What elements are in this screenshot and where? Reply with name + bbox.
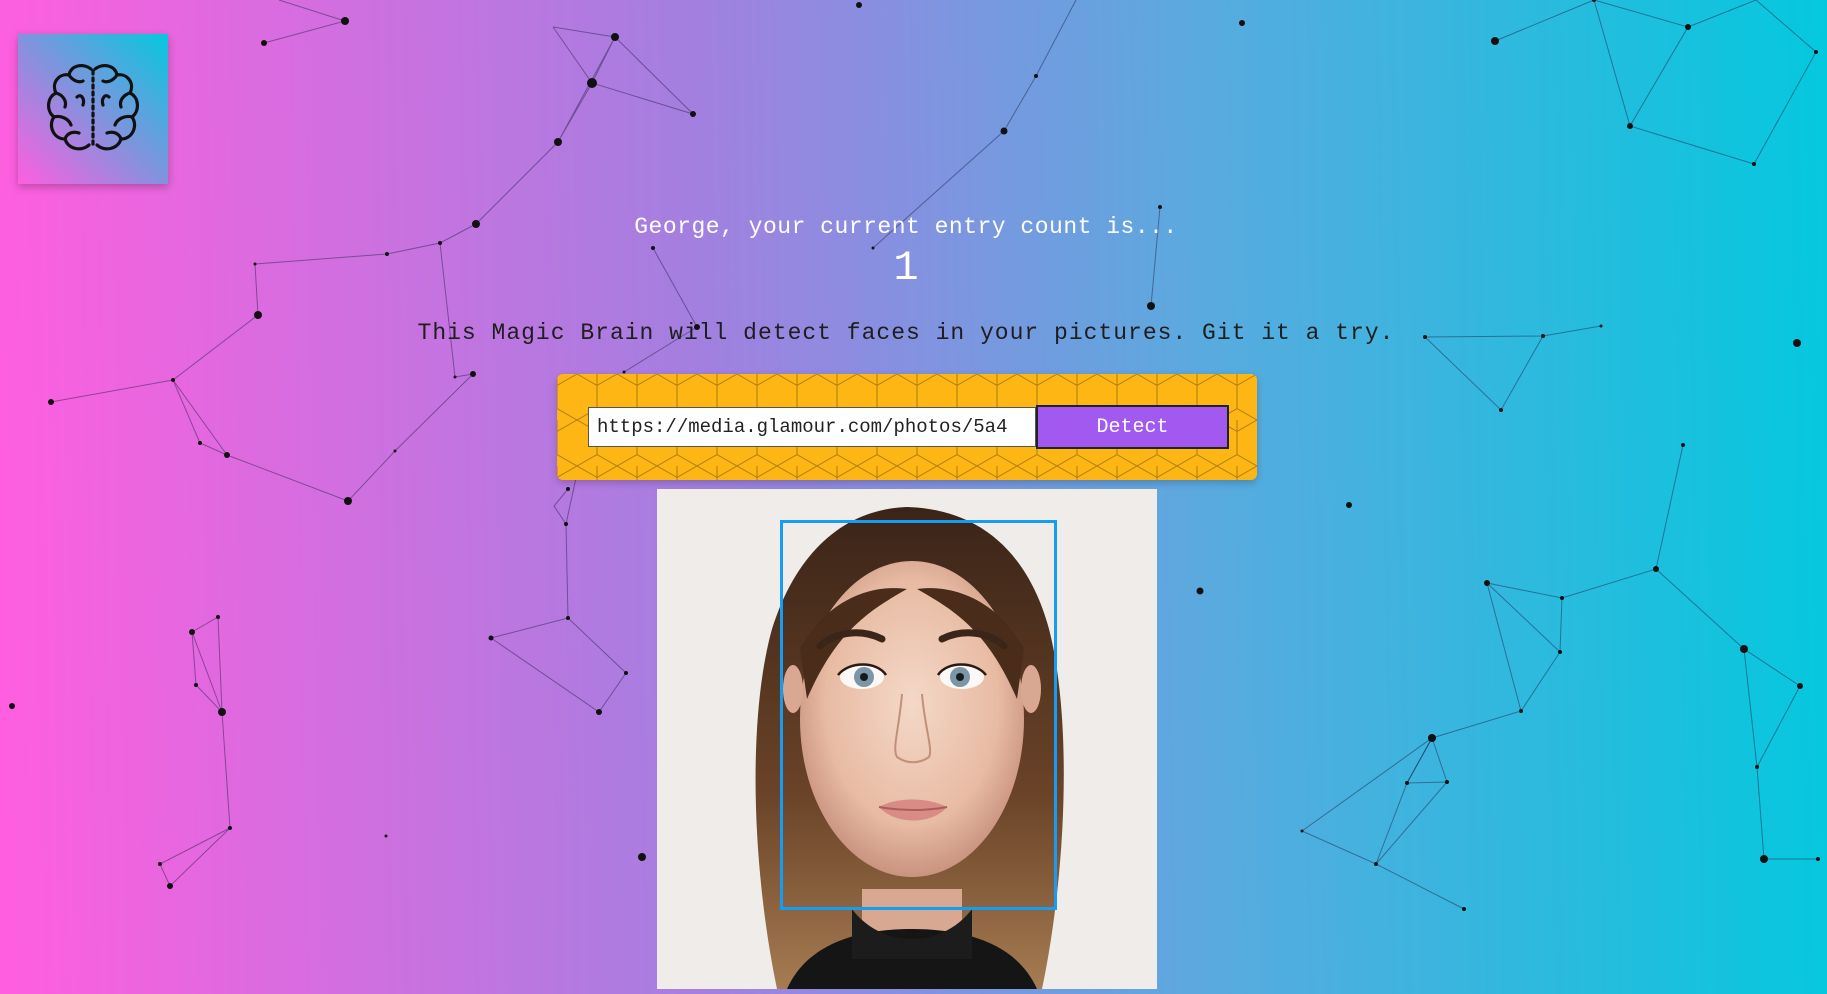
logo-tile xyxy=(18,34,168,184)
intro-text: This Magic Brain will detect faces in yo… xyxy=(417,320,1395,346)
detect-button[interactable]: Detect xyxy=(1036,405,1229,449)
image-url-input[interactable] xyxy=(588,407,1036,447)
entry-count-message: George, your current entry count is... xyxy=(634,214,1178,240)
entry-count-value: 1 xyxy=(893,244,919,292)
image-link-form: Detect xyxy=(557,374,1257,480)
brain-icon xyxy=(43,57,143,162)
input-image xyxy=(657,489,1157,989)
face-bounding-box xyxy=(780,520,1057,910)
